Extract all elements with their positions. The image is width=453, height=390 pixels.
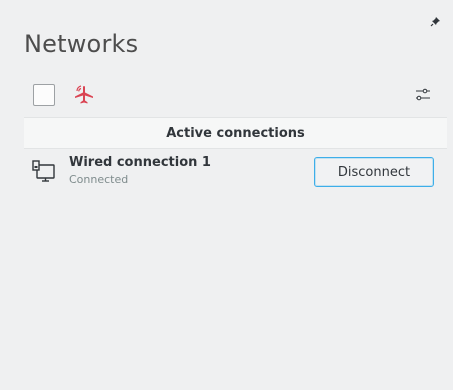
disconnect-button[interactable]: Disconnect xyxy=(314,157,434,187)
active-connections-header: Active connections xyxy=(24,117,447,149)
configure-icon[interactable] xyxy=(415,87,431,103)
page-title: Networks xyxy=(24,30,139,58)
connection-status: Connected xyxy=(69,173,129,186)
pin-icon[interactable] xyxy=(430,12,442,27)
airplane-mode-icon[interactable] xyxy=(72,83,96,107)
toolbar xyxy=(24,80,447,112)
connection-name: Wired connection 1 xyxy=(69,155,211,170)
connection-row[interactable]: Wired connection 1 Connected Disconnect xyxy=(24,150,447,194)
wireless-toggle-checkbox[interactable] xyxy=(33,84,55,106)
wired-network-icon xyxy=(32,160,56,184)
